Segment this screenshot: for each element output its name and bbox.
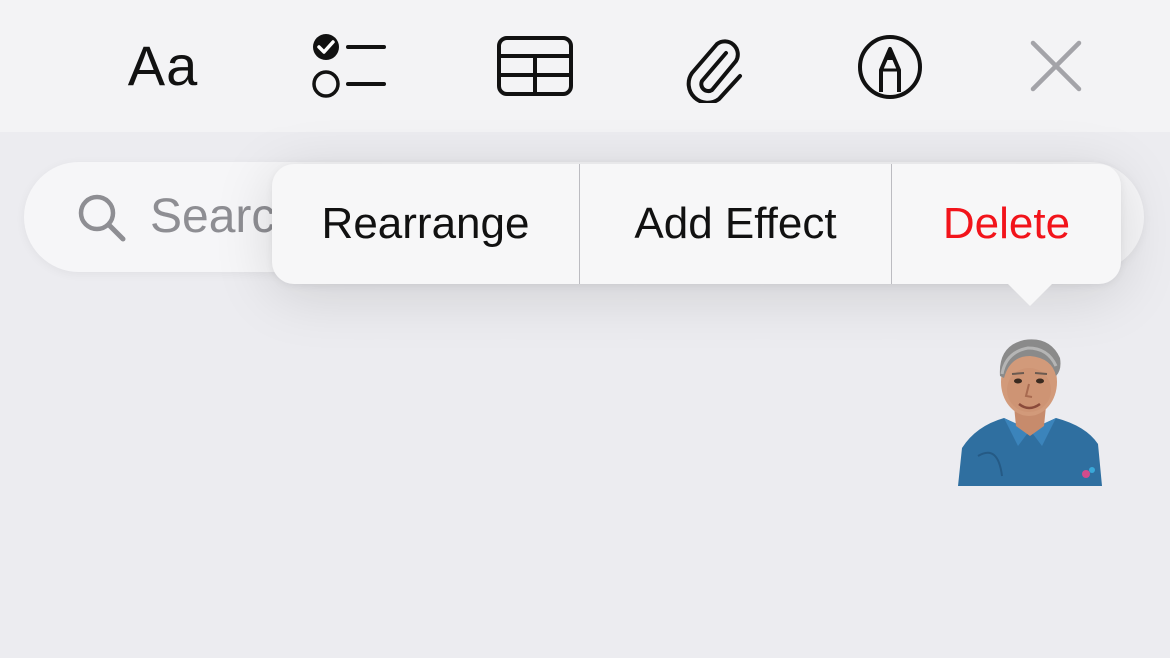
toolbar: Aa: [0, 0, 1170, 132]
markup-pen-icon: [858, 35, 922, 99]
add-effect-menu-item[interactable]: Add Effect: [580, 164, 891, 284]
delete-menu-item[interactable]: Delete: [892, 164, 1121, 284]
text-format-icon: Aa: [127, 34, 199, 97]
search-icon: [76, 192, 128, 249]
person-photo-sticker[interactable]: [958, 326, 1102, 486]
format-text-button[interactable]: Aa: [118, 36, 208, 96]
close-button[interactable]: [1028, 38, 1084, 94]
checklist-icon: [312, 34, 386, 98]
markup-button[interactable]: [856, 33, 924, 101]
context-menu: Rearrange Add Effect Delete: [272, 164, 1121, 284]
table-icon: [497, 36, 573, 96]
table-button[interactable]: [494, 34, 576, 98]
checklist-button[interactable]: [306, 30, 390, 102]
menu-pointer-arrow: [1006, 282, 1054, 306]
attachment-button[interactable]: [680, 30, 750, 104]
rearrange-menu-item[interactable]: Rearrange: [272, 164, 579, 284]
close-icon: [1030, 40, 1082, 92]
paperclip-icon: [686, 39, 742, 103]
